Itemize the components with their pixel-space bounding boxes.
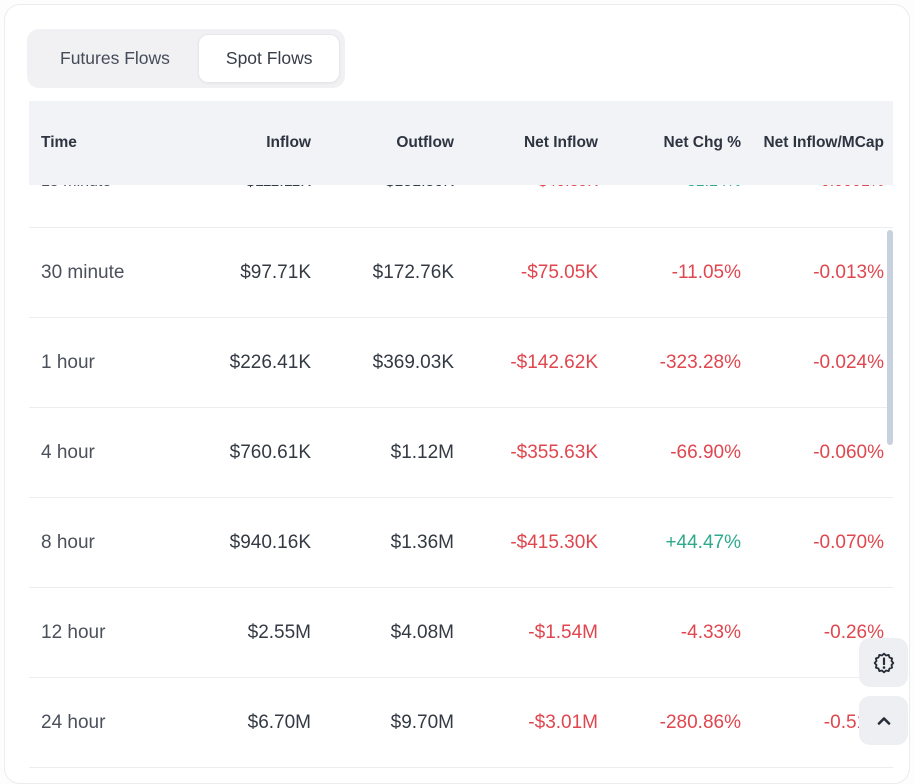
table-row-30-minute: 30 minute $97.71K $172.76K -$75.05K -11.… [29,228,893,318]
net-chg-cell: -323.28% [598,352,741,374]
net-chg-cell: -4.33% [598,622,741,644]
scrollbar-thumb[interactable] [887,230,893,445]
column-header-inflow[interactable]: Inflow [191,134,311,152]
net-inflow-cell: -$415.30K [454,532,598,554]
outflow-cell: $369.03K [311,352,454,374]
net-chg-cell: -280.86% [598,712,741,734]
net-inflow-cell: -$355.63K [454,442,598,464]
net-inflow-mcap-cell: -0.070% [741,532,884,554]
table-row-1-hour: 1 hour $226.41K $369.03K -$142.62K -323.… [29,318,893,408]
time-cell: 15 minute [41,185,191,191]
net-inflow-mcap-cell: -0.0001% [741,185,884,191]
inflow-cell: $226.41K [191,352,311,374]
net-chg-cell: +31.14% [598,185,741,191]
table-row-24-hour: 24 hour $6.70M $9.70M -$3.01M -280.86% -… [29,678,893,768]
time-cell: 4 hour [41,442,191,464]
outflow-cell: $1.12M [311,442,454,464]
net-inflow-mcap-cell: -0.060% [741,442,884,464]
net-inflow-mcap-cell: -0.024% [741,352,884,374]
time-cell: 1 hour [41,352,191,374]
outflow-cell: $151.50K [311,185,454,191]
chevron-up-icon [872,709,896,733]
outflow-cell: $1.36M [311,532,454,554]
flows-card: Futures Flows Spot Flows Time Inflow Out… [4,4,910,784]
flows-table: Time Inflow Outflow Net Inflow Net Chg %… [29,101,893,768]
table-row-12-hour: 12 hour $2.55M $4.08M -$1.54M -4.33% -0.… [29,588,893,678]
column-header-outflow[interactable]: Outflow [311,134,454,152]
column-header-net-chg[interactable]: Net Chg % [598,134,741,152]
column-header-time[interactable]: Time [41,134,191,152]
inflow-cell: $940.16K [191,532,311,554]
column-header-net-inflow-mcap[interactable]: Net Inflow/MCap [741,134,884,152]
net-inflow-cell: -$3.01M [454,712,598,734]
time-cell: 24 hour [41,712,191,734]
scroll-to-top-button[interactable] [859,696,908,745]
net-chg-cell: +44.47% [598,532,741,554]
table-row-15-minute-clipped: 15 minute $111.11K $151.50K -$40.39K +31… [29,185,893,228]
table-row-8-hour: 8 hour $940.16K $1.36M -$415.30K +44.47%… [29,498,893,588]
column-header-net-inflow[interactable]: Net Inflow [454,134,598,152]
outflow-cell: $172.76K [311,262,454,284]
table-header-row: Time Inflow Outflow Net Inflow Net Chg %… [29,101,893,185]
inflow-cell: $97.71K [191,262,311,284]
inflow-cell: $6.70M [191,712,311,734]
net-inflow-cell: -$40.39K [454,185,598,191]
time-cell: 30 minute [41,262,191,284]
inflow-cell: $2.55M [191,622,311,644]
tab-spot-flows[interactable]: Spot Flows [198,34,341,83]
inflow-cell: $760.61K [191,442,311,464]
alert-badge-button[interactable] [859,638,908,687]
net-chg-cell: -11.05% [598,262,741,284]
outflow-cell: $9.70M [311,712,454,734]
time-cell: 8 hour [41,532,191,554]
net-inflow-cell: -$142.62K [454,352,598,374]
outflow-cell: $4.08M [311,622,454,644]
net-inflow-cell: -$75.05K [454,262,598,284]
net-chg-cell: -66.90% [598,442,741,464]
flows-tab-group: Futures Flows Spot Flows [27,29,345,88]
seal-exclamation-icon [871,650,897,676]
net-inflow-mcap-cell: -0.013% [741,262,884,284]
inflow-cell: $111.11K [191,185,311,191]
table-row-4-hour: 4 hour $760.61K $1.12M -$355.63K -66.90%… [29,408,893,498]
tab-futures-flows[interactable]: Futures Flows [32,34,198,83]
net-inflow-cell: -$1.54M [454,622,598,644]
time-cell: 12 hour [41,622,191,644]
